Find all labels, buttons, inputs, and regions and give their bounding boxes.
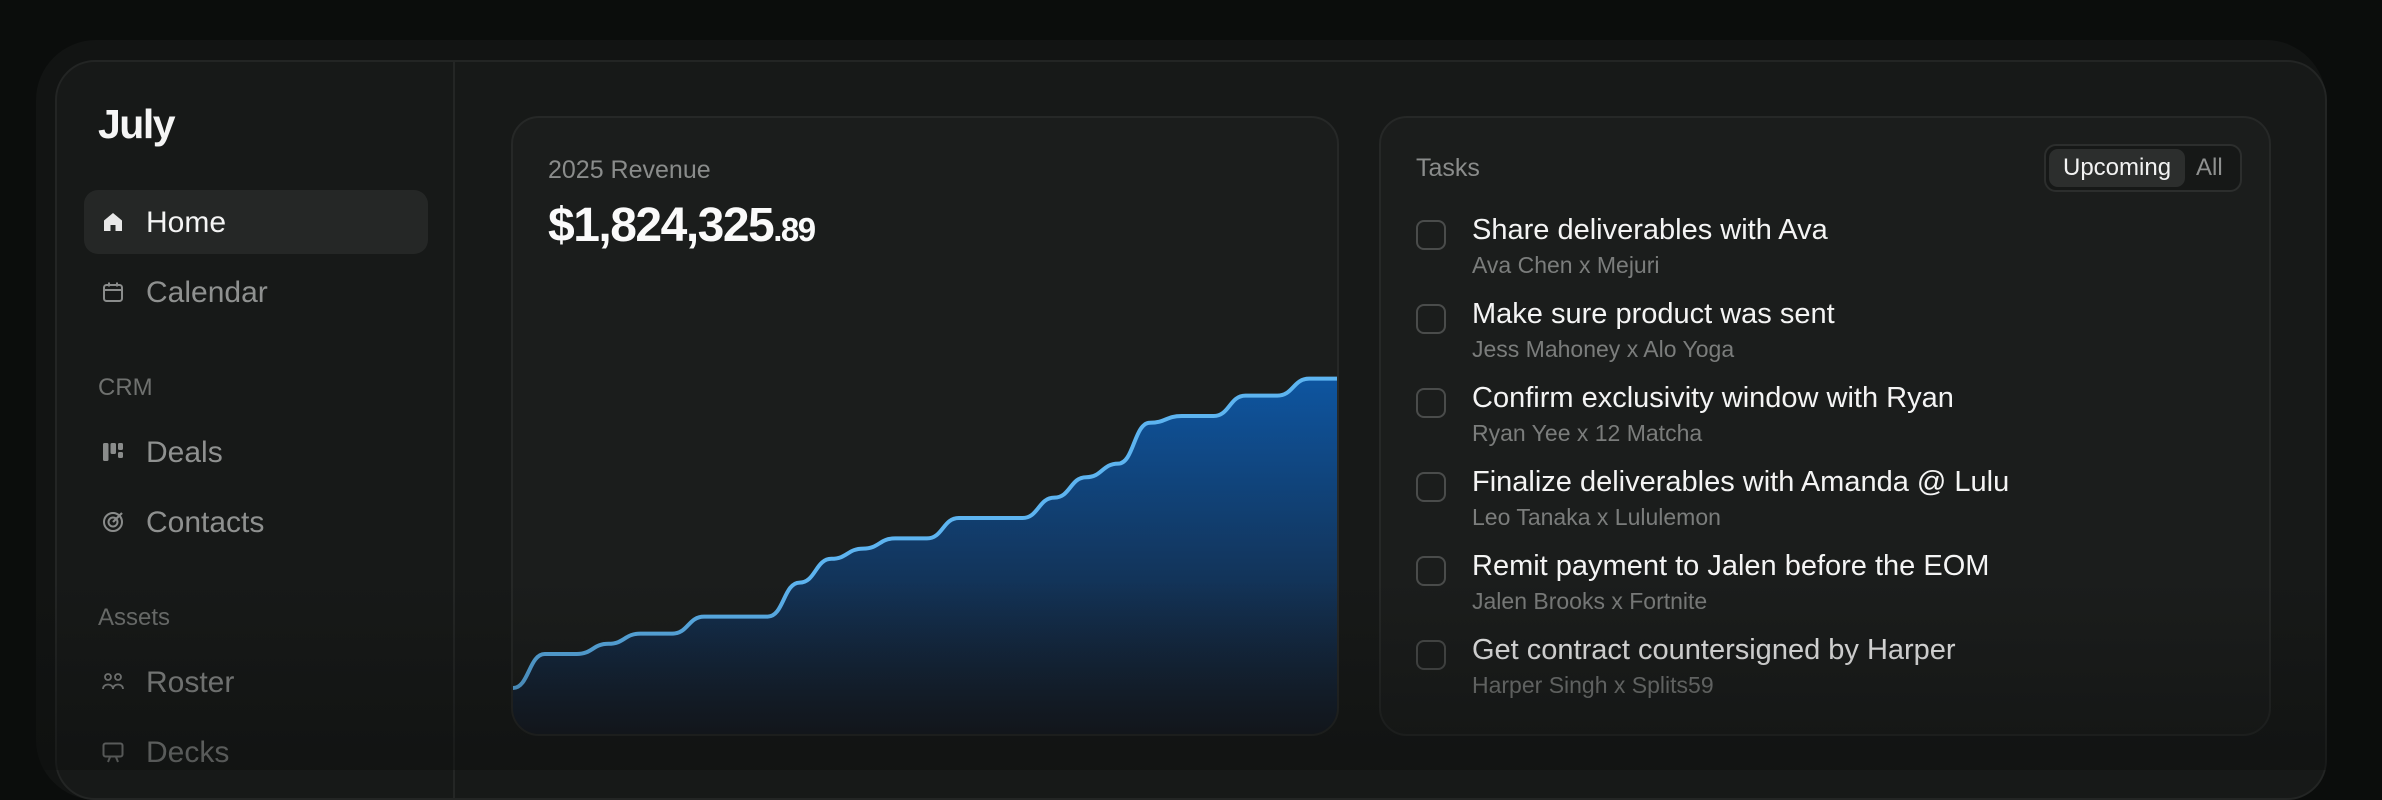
- presentation-icon: [102, 742, 124, 763]
- sidebar-item-label: Home: [146, 206, 227, 239]
- filter-all-button[interactable]: All: [2182, 149, 2237, 187]
- sidebar-item-label: Contacts: [146, 506, 265, 539]
- sidebar-item-home[interactable]: Home: [84, 190, 428, 254]
- home-icon: [104, 213, 122, 231]
- app-window: July Home Calendar CRM Deals Contacts As…: [55, 60, 2327, 800]
- sidebar-item-label: Decks: [146, 736, 230, 769]
- task-checkbox[interactable]: [1416, 640, 1446, 670]
- task-item: Share deliverables with Ava Ava Chen x M…: [1416, 214, 2236, 284]
- task-subtitle: Leo Tanaka x Lululemon: [1472, 504, 1721, 530]
- sidebar-item-label: Roster: [146, 666, 235, 699]
- task-subtitle: Ryan Yee x 12 Matcha: [1472, 420, 1703, 446]
- revenue-value-main: $1,824,325: [548, 199, 775, 252]
- task-subtitle: Ava Chen x Mejuri: [1472, 252, 1660, 278]
- tasks-card: Tasks Upcoming All Share deliverables wi…: [1379, 116, 2271, 736]
- revenue-value: $1,824,325.89: [548, 198, 816, 253]
- task-item: Make sure product was sent Jess Mahoney …: [1416, 298, 2236, 368]
- section-label-crm: CRM: [98, 374, 153, 401]
- target-icon: [103, 512, 123, 532]
- sidebar-item-label: Deals: [146, 436, 223, 469]
- sidebar-item-deals[interactable]: Deals: [84, 420, 428, 484]
- app-logo: July: [98, 101, 176, 147]
- revenue-title: 2025 Revenue: [548, 156, 711, 184]
- sidebar-item-decks[interactable]: Decks: [84, 720, 428, 784]
- task-title[interactable]: Remit payment to Jalen before the EOM: [1472, 550, 1989, 583]
- task-title[interactable]: Share deliverables with Ava: [1472, 214, 1828, 247]
- task-item: Confirm exclusivity window with Ryan Rya…: [1416, 382, 2236, 452]
- task-checkbox[interactable]: [1416, 220, 1446, 250]
- task-subtitle: Harper Singh x Splits59: [1472, 672, 1714, 698]
- task-item: Remit payment to Jalen before the EOM Ja…: [1416, 550, 2236, 620]
- task-checkbox[interactable]: [1416, 556, 1446, 586]
- task-title[interactable]: Make sure product was sent: [1472, 298, 1835, 331]
- task-checkbox[interactable]: [1416, 304, 1446, 334]
- tasks-title: Tasks: [1416, 154, 1480, 182]
- task-subtitle: Jess Mahoney x Alo Yoga: [1472, 336, 1735, 362]
- filter-upcoming-button[interactable]: Upcoming: [2049, 149, 2186, 187]
- task-checkbox[interactable]: [1416, 388, 1446, 418]
- revenue-card: 2025 Revenue $1,824,325.89: [511, 116, 1339, 736]
- people-icon: [102, 673, 124, 690]
- task-checkbox[interactable]: [1416, 472, 1446, 502]
- section-label-assets: Assets: [98, 604, 171, 631]
- sidebar-item-label: Calendar: [146, 276, 268, 309]
- revenue-value-cents: .89: [773, 211, 816, 248]
- sidebar: July Home Calendar CRM Deals Contacts As…: [57, 62, 455, 798]
- task-item: Finalize deliverables with Amanda @ Lulu…: [1416, 466, 2236, 536]
- sidebar-item-roster[interactable]: Roster: [84, 650, 428, 714]
- kanban-icon: [103, 443, 123, 461]
- task-title[interactable]: Finalize deliverables with Amanda @ Lulu: [1472, 466, 2009, 499]
- main-content: 2025 Revenue $1,824,325.89 Tasks Upcomin…: [455, 62, 2325, 798]
- task-title[interactable]: Get contract countersigned by Harper: [1472, 634, 1956, 667]
- sidebar-item-contacts[interactable]: Contacts: [84, 490, 428, 554]
- revenue-area-fill: [513, 378, 1337, 734]
- sidebar-item-calendar[interactable]: Calendar: [84, 260, 428, 324]
- task-item: Get contract countersigned by Harper Har…: [1416, 634, 2236, 704]
- task-subtitle: Jalen Brooks x Fortnite: [1472, 588, 1708, 614]
- tasks-filter-toggle: Upcoming All: [2044, 144, 2242, 192]
- calendar-icon: [103, 282, 123, 302]
- task-title[interactable]: Confirm exclusivity window with Ryan: [1472, 382, 1954, 415]
